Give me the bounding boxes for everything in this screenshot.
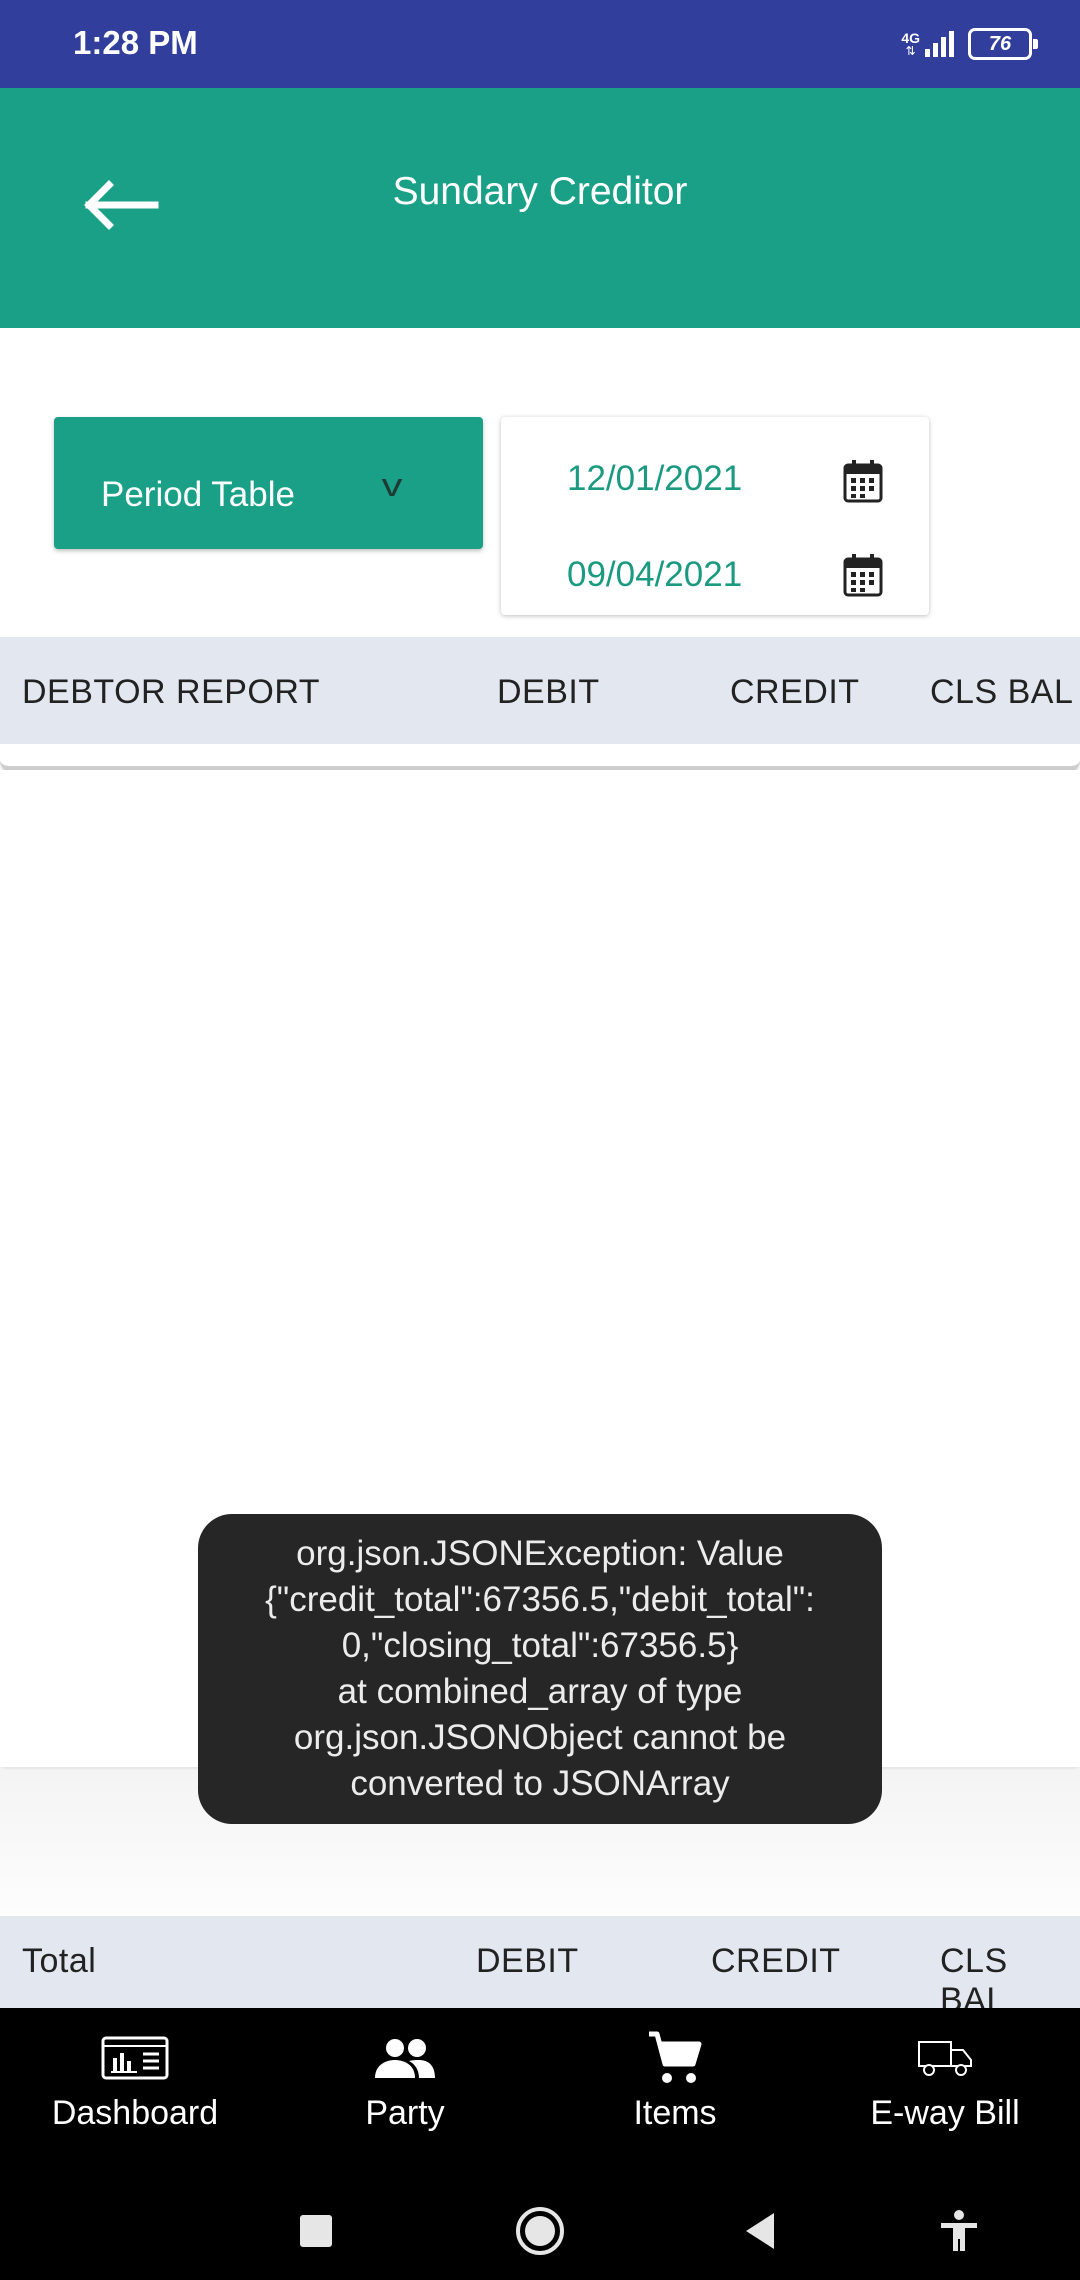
toast-line: {"credit_total":67356.5,"debit_total":: [265, 1580, 815, 1619]
toast-line: at combined_array of type: [337, 1672, 743, 1711]
from-date-field[interactable]: 12/01/2021: [567, 459, 742, 499]
nav-items-label: Items: [633, 2094, 717, 2132]
column-header-debit: DEBIT: [497, 673, 600, 711]
home-button[interactable]: [505, 2196, 575, 2266]
to-calendar-icon[interactable]: [843, 553, 883, 597]
square-icon: [300, 2215, 332, 2247]
from-calendar-icon[interactable]: [843, 459, 883, 503]
nav-eway-bill[interactable]: E-way Bill: [810, 2008, 1080, 2178]
column-header-cls-bal: CLS BAL: [930, 673, 1074, 711]
total-debit: DEBIT: [476, 1942, 579, 1980]
toast-line: org.json.JSONObject cannot be: [293, 1718, 787, 1757]
dashboard-icon: [101, 2030, 169, 2086]
column-header-report: DEBTOR REPORT: [22, 673, 321, 711]
nav-dashboard[interactable]: Dashboard: [0, 2008, 270, 2178]
status-icons: 4G ⇅ 76: [901, 28, 1038, 60]
nav-dashboard-label: Dashboard: [51, 2094, 219, 2132]
report-list-edge: [0, 744, 1080, 770]
signal-icon: 4G ⇅: [901, 31, 954, 57]
status-bar: 1:28 PM 4G ⇅ 76: [0, 0, 1080, 88]
error-toast: org.json.JSONException: Value {"credit_t…: [198, 1514, 882, 1824]
status-time: 1:28 PM: [73, 24, 198, 61]
bottom-navigation: Dashboard Party Items E-way Bill: [0, 2008, 1080, 2178]
nav-eway-bill-label: E-way Bill: [870, 2094, 1020, 2132]
circle-icon: [516, 2207, 564, 2255]
truck-icon: [917, 2030, 973, 2086]
total-row: Total DEBIT CREDIT CLS BAL: [0, 1916, 1080, 2019]
system-back-button[interactable]: [725, 2196, 795, 2266]
to-date-field[interactable]: 09/04/2021: [567, 555, 742, 595]
report-table-header: DEBTOR REPORT DEBIT CREDIT CLS BAL: [0, 637, 1080, 744]
period-dropdown[interactable]: Period Table v: [54, 417, 483, 549]
toast-line: 0,"closing_total":67356.5}: [341, 1626, 739, 1665]
nav-party[interactable]: Party: [270, 2008, 540, 2178]
chevron-down-icon: v: [381, 467, 403, 503]
nav-party-label: Party: [365, 2094, 445, 2132]
people-icon: [373, 2030, 437, 2086]
page-title: Sundary Creditor: [392, 170, 688, 213]
total-label: Total: [22, 1942, 97, 1980]
recents-button[interactable]: [281, 2196, 351, 2266]
battery-level: 76: [988, 32, 1012, 55]
accessibility-icon: [941, 2210, 977, 2251]
toast-line: converted to JSONArray: [350, 1764, 730, 1803]
column-header-credit: CREDIT: [730, 673, 860, 711]
system-navigation-bar: [0, 2178, 1080, 2280]
network-type: 4G: [901, 30, 920, 46]
cart-icon: [647, 2030, 703, 2086]
triangle-back-icon: [746, 2213, 774, 2249]
period-dropdown-label: Period Table: [101, 475, 295, 514]
date-range-card: 12/01/2021 09/04/2021: [501, 417, 929, 615]
nav-items[interactable]: Items: [540, 2008, 810, 2178]
battery-icon: 76: [968, 28, 1038, 60]
total-credit: CREDIT: [711, 1942, 841, 1980]
accessibility-button[interactable]: [924, 2196, 994, 2266]
toast-line: org.json.JSONException: Value: [296, 1534, 784, 1573]
